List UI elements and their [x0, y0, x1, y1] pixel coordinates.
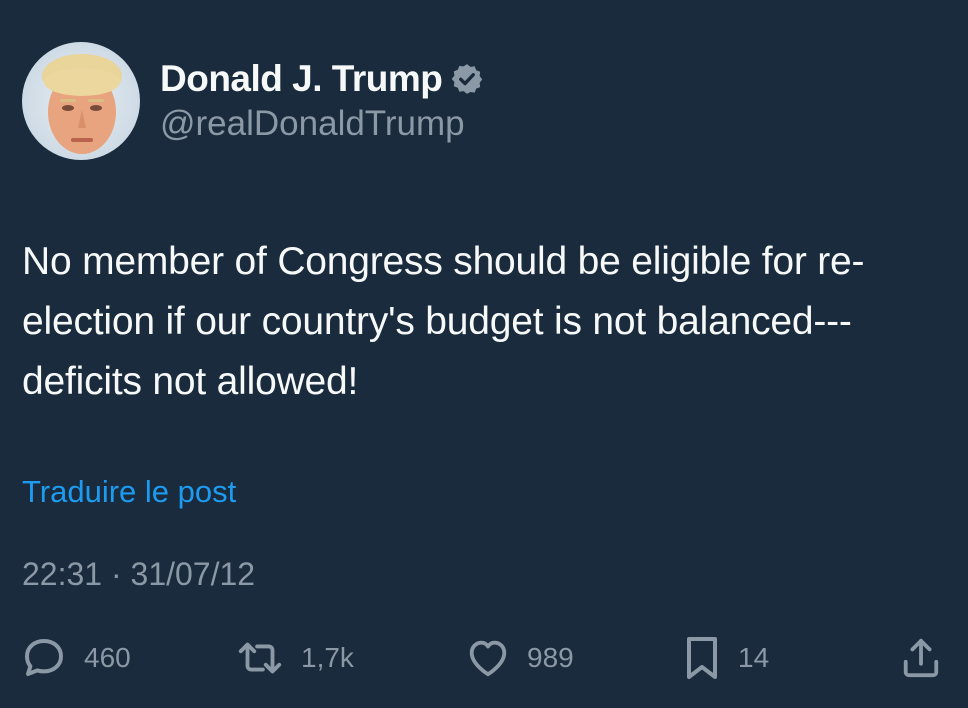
bookmark-count: 14 [738, 642, 770, 673]
post-time: 22:31 [22, 556, 103, 592]
action-bar: 460 1,7k 989 14 [20, 634, 946, 684]
post-date: 31/07/12 [130, 556, 256, 592]
repost-icon [238, 642, 282, 674]
translate-post-link[interactable]: Traduire le post [22, 474, 236, 510]
like-button[interactable]: 989 [465, 634, 574, 682]
post-card: Donald J. Trump @realDonaldTrump No memb… [0, 0, 968, 708]
avatar[interactable] [22, 42, 140, 160]
post-text: No member of Congress should be eligible… [22, 240, 865, 403]
repost-button[interactable]: 1,7k [235, 634, 354, 682]
meta-separator: · [110, 556, 122, 592]
author-display-name[interactable]: Donald J. Trump [160, 58, 443, 100]
name-row: Donald J. Trump [160, 58, 484, 100]
avatar-image [22, 42, 140, 160]
bookmark-icon [687, 637, 717, 679]
verified-badge-icon [450, 62, 484, 96]
bookmark-button[interactable]: 14 [682, 634, 769, 682]
post-header: Donald J. Trump @realDonaldTrump [22, 42, 484, 160]
author-info: Donald J. Trump @realDonaldTrump [160, 58, 484, 144]
author-handle[interactable]: @realDonaldTrump [160, 104, 484, 144]
share-icon [903, 638, 939, 678]
reply-count: 460 [84, 642, 131, 673]
share-button[interactable] [900, 634, 942, 682]
heart-icon [469, 640, 507, 677]
like-count: 989 [527, 642, 574, 673]
reply-icon [25, 639, 63, 676]
reply-button[interactable]: 460 [20, 634, 131, 682]
post-timestamp[interactable]: 22:31 · 31/07/12 [22, 556, 255, 593]
repost-count: 1,7k [301, 642, 354, 673]
